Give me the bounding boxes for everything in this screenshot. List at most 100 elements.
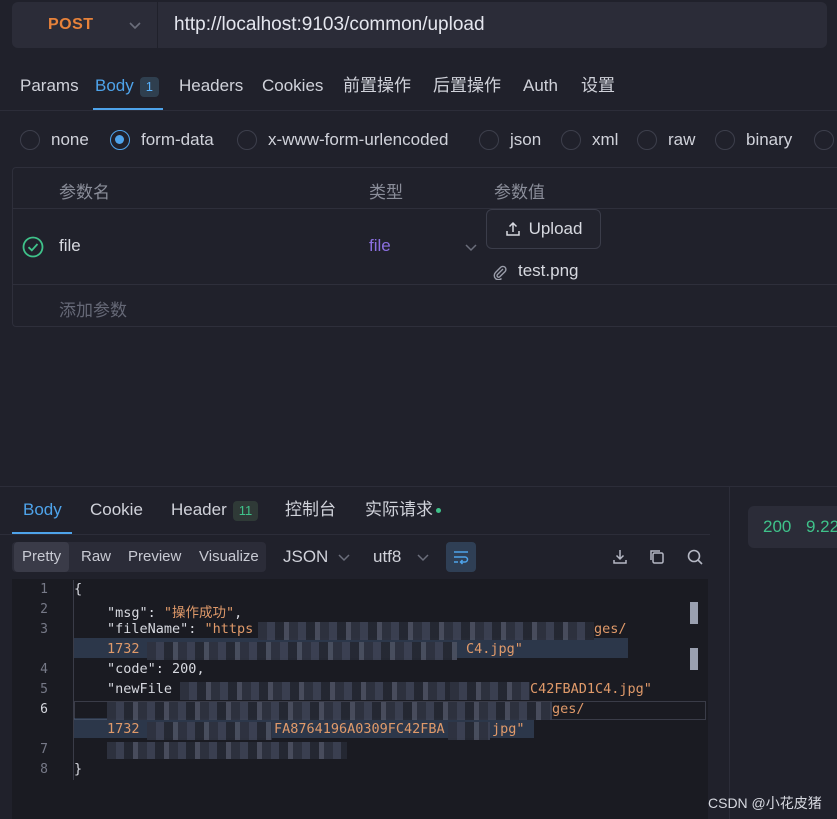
radio-circle-icon xyxy=(715,130,735,150)
paperclip-icon xyxy=(493,265,507,280)
view-preview[interactable]: Preview xyxy=(120,542,189,572)
divider xyxy=(12,284,837,285)
json-string: jpg" xyxy=(492,721,525,737)
line-number: 3 xyxy=(40,622,48,637)
json-string: ges/ xyxy=(594,621,627,637)
json-key: "code" xyxy=(107,661,156,677)
format-select[interactable]: JSON xyxy=(283,547,328,567)
view-visualize[interactable]: Visualize xyxy=(191,542,267,572)
chevron-down-icon[interactable] xyxy=(337,550,351,564)
response-time: 9.22 xyxy=(806,517,837,536)
code-line: { xyxy=(74,581,83,597)
wrap-icon xyxy=(454,551,469,565)
radio-json[interactable]: json xyxy=(479,130,541,150)
line-number: 6 xyxy=(40,702,48,717)
url-input[interactable]: http://localhost:9103/common/upload xyxy=(174,2,485,48)
json-string: ges/ xyxy=(552,701,585,717)
redacted-text xyxy=(450,682,530,700)
tab-post-ops[interactable]: 后置操作 xyxy=(433,74,501,98)
json-key: "newFile xyxy=(107,681,173,697)
radio-xml-label: xml xyxy=(592,130,619,149)
tab-auth[interactable]: Auth xyxy=(523,74,558,98)
checkbox-checked-icon[interactable] xyxy=(22,236,44,258)
panel-divider-vertical[interactable] xyxy=(729,487,730,819)
url-bar: POST http://localhost:9103/common/upload xyxy=(12,2,827,48)
redacted-text xyxy=(107,742,347,759)
tab-body-badge: 1 xyxy=(139,76,159,97)
code-line: "code": 200, xyxy=(107,661,205,677)
tab-body-label: Body xyxy=(95,76,134,95)
line-number: 5 xyxy=(40,682,48,697)
code-line: "fileName": "https xyxy=(107,621,254,637)
upload-button[interactable]: Upload xyxy=(486,209,601,249)
word-wrap-button[interactable] xyxy=(446,542,476,572)
method-select[interactable]: POST xyxy=(12,2,158,48)
redacted-text xyxy=(147,642,457,660)
scrollbar-marker[interactable] xyxy=(690,648,698,670)
encoding-select[interactable]: utf8 xyxy=(373,547,401,567)
params-table xyxy=(12,167,837,327)
radio-circle-icon xyxy=(479,130,499,150)
line-number: 7 xyxy=(40,742,48,757)
radio-binary-label: binary xyxy=(746,130,793,149)
code-line: "msg": "操作成功", xyxy=(107,605,243,621)
resp-tab-body[interactable]: Body xyxy=(23,498,62,522)
json-string: "操作成功" xyxy=(163,605,235,621)
radio-urlencoded-label: x-www-form-urlencoded xyxy=(268,130,449,149)
line-number: 2 xyxy=(40,602,48,617)
view-pretty[interactable]: Pretty xyxy=(14,542,70,572)
radio-circle-icon xyxy=(814,130,834,150)
tab-headers[interactable]: Headers xyxy=(179,74,243,98)
watermark: CSDN @小花皮猪 xyxy=(708,795,822,811)
upload-icon xyxy=(505,221,520,236)
add-param-input[interactable]: 添加参数 xyxy=(59,296,127,321)
attached-file-name[interactable]: test.png xyxy=(518,261,579,281)
scrollbar-marker[interactable] xyxy=(690,602,698,624)
redacted-text xyxy=(180,682,450,700)
download-icon[interactable] xyxy=(611,548,629,566)
tab-settings[interactable]: 设置 xyxy=(581,74,615,98)
tab-body[interactable]: Body 1 xyxy=(95,74,159,98)
resp-tab-header-badge: 11 xyxy=(232,500,259,521)
json-string: C42FBAD1C4.jpg" xyxy=(530,681,652,697)
tab-pre-ops[interactable]: 前置操作 xyxy=(343,74,411,98)
radio-none[interactable]: none xyxy=(20,130,89,150)
param-name[interactable]: file xyxy=(59,236,81,256)
tab-cookies[interactable]: Cookies xyxy=(262,74,323,98)
json-string: "https xyxy=(204,621,254,637)
line-number: 1 xyxy=(40,582,48,597)
view-raw[interactable]: Raw xyxy=(73,542,119,572)
resp-tab-console[interactable]: 控制台 xyxy=(285,498,336,522)
tab-params[interactable]: Params xyxy=(20,74,79,98)
radio-form-data-label: form-data xyxy=(141,130,214,149)
copy-icon[interactable] xyxy=(648,548,666,566)
chevron-down-icon[interactable] xyxy=(416,550,430,564)
resp-tab-cookie[interactable]: Cookie xyxy=(90,498,143,522)
radio-json-label: json xyxy=(510,130,542,149)
redacted-text xyxy=(258,622,594,640)
radio-binary[interactable]: binary xyxy=(715,130,792,150)
radio-raw-label: raw xyxy=(668,130,696,149)
divider xyxy=(0,534,710,535)
radio-raw[interactable]: raw xyxy=(637,130,695,150)
search-icon[interactable] xyxy=(686,548,704,566)
resp-tab-actual-request[interactable]: 实际请求 xyxy=(365,498,441,522)
radio-urlencoded[interactable]: x-www-form-urlencoded xyxy=(237,130,448,150)
method-label: POST xyxy=(48,16,94,33)
resp-tab-header[interactable]: Header 11 xyxy=(171,498,259,522)
param-type-select[interactable]: file xyxy=(369,236,391,256)
radio-more[interactable] xyxy=(814,130,837,150)
radio-circle-icon xyxy=(637,130,657,150)
radio-selected-icon xyxy=(110,130,130,150)
col-header-value: 参数值 xyxy=(494,183,545,202)
indent-guide xyxy=(73,580,74,780)
radio-xml[interactable]: xml xyxy=(561,130,618,150)
chevron-down-icon[interactable] xyxy=(464,240,478,254)
radio-form-data[interactable]: form-data xyxy=(110,130,214,150)
json-string: 1732 xyxy=(107,641,140,657)
json-key: "fileName" xyxy=(107,621,189,637)
radio-circle-icon xyxy=(237,130,257,150)
json-string: 1732 xyxy=(107,721,140,737)
panel-divider[interactable] xyxy=(0,486,837,487)
status-code: 200 xyxy=(763,517,792,536)
